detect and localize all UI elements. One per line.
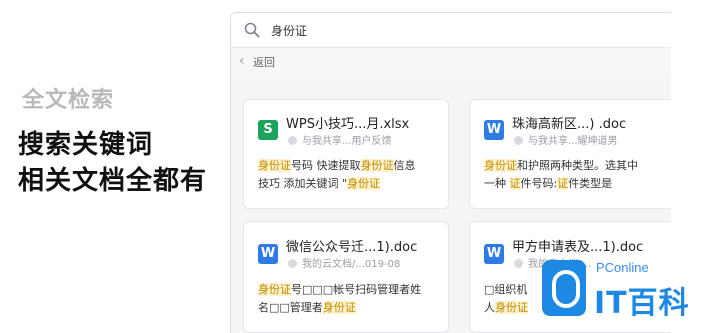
keyword-highlight: 身份证 [360,159,394,172]
cloud-folder-icon [514,259,523,268]
snippet-text: 信息 [393,159,416,172]
cloud-folder-icon [288,259,297,268]
snippet-text: 名□□管理者 [258,301,323,314]
snippet-text: □组织机 [484,283,528,296]
watermark-logo-icon [542,260,586,316]
result-card[interactable]: S WPS小技巧...月.xlsx 与我共享...用户反馈 身份证号码 快速提取… [243,99,449,209]
snippet-text: 技巧 添加关键词 " [258,177,348,190]
keyword-highlight: 身份证 [258,159,291,172]
keyword-highlight: 身份证 [347,177,381,190]
snippet-text: 人 [484,301,495,314]
watermark-brand-cn: IT百科 [594,286,690,321]
watermark: PConline IT百科 [540,256,701,324]
snippet-text: 和护照两种类型。选其中 [517,159,638,172]
result-snippet-line: 身份证号□□□帐号扫码管理者姓 [258,282,421,298]
result-file-name: 甲方申请表及...1).doc [512,240,644,255]
result-location: 与我共享...耀坤道男 [514,132,618,147]
headline-line-2: 相关文档全都有 [18,166,208,196]
result-snippet-line: 名□□管理者身份证 [258,300,356,316]
shared-folder-icon [288,136,297,145]
result-snippet-line: □组织机 [484,282,527,298]
keyword-highlight: 证 [557,177,569,190]
result-file-name: WPS小技巧...月.xlsx [286,117,410,132]
result-card[interactable]: W 珠海高新区...) .doc 与我共享...耀坤道男 身份证和护照两种类型。… [469,99,671,209]
result-file-name: 珠海高新区...) .doc [512,117,627,132]
keyword-highlight: 证 [509,177,521,190]
result-snippet-line: 身份证号码 快速提取身份证信息 [258,158,416,174]
chevron-left-icon: ‹ [239,53,245,69]
keyword-highlight: 身份证 [484,159,517,172]
result-location: 与我共享...用户反馈 [288,132,392,147]
document-file-icon: W [258,244,278,264]
snippet-text: 号码 快速提取 [291,159,361,172]
headline-line-1: 搜索关键词 [18,130,154,160]
result-snippet-line: 一种 证件号码:证件类型是 [484,176,612,192]
watermark-brand: PConline [596,260,649,275]
document-file-icon: W [484,244,504,264]
document-file-icon: W [484,120,504,140]
search-bar[interactable]: 身份证 [231,13,671,48]
search-icon [244,22,260,38]
keyword-highlight: 身份证 [258,283,291,296]
feature-title: 全文检索 [22,88,115,113]
result-card[interactable]: W 微信公众号迁...1).doc 我的云文档/...019-08 身份证号□□… [243,221,449,333]
result-snippet-line: 身份证和护照两种类型。选其中 [484,158,638,174]
snippet-text: 件类型是 [568,177,613,190]
snippet-text: 号□□□帐号扫码管理者姓 [291,283,422,296]
result-location: 我的云文档/...019-08 [288,255,400,270]
snippet-text: 一种 [484,177,510,190]
shared-folder-icon [514,136,523,145]
keyword-highlight: 身份证 [495,301,528,314]
search-input[interactable]: 身份证 [271,22,307,39]
back-label: 返回 [253,56,275,69]
result-file-name: 微信公众号迁...1).doc [286,240,418,255]
back-button[interactable]: ‹ 返回 [231,48,671,74]
snippet-text: 件号码: [520,177,558,190]
result-snippet-line: 技巧 添加关键词 "身份证 [258,176,381,192]
spreadsheet-file-icon: S [258,120,278,140]
promo-panel: 全文检索 搜索关键词 相关文档全都有 [0,0,230,324]
result-snippet-line: 人身份证 [484,300,528,316]
keyword-highlight: 身份证 [322,301,356,314]
